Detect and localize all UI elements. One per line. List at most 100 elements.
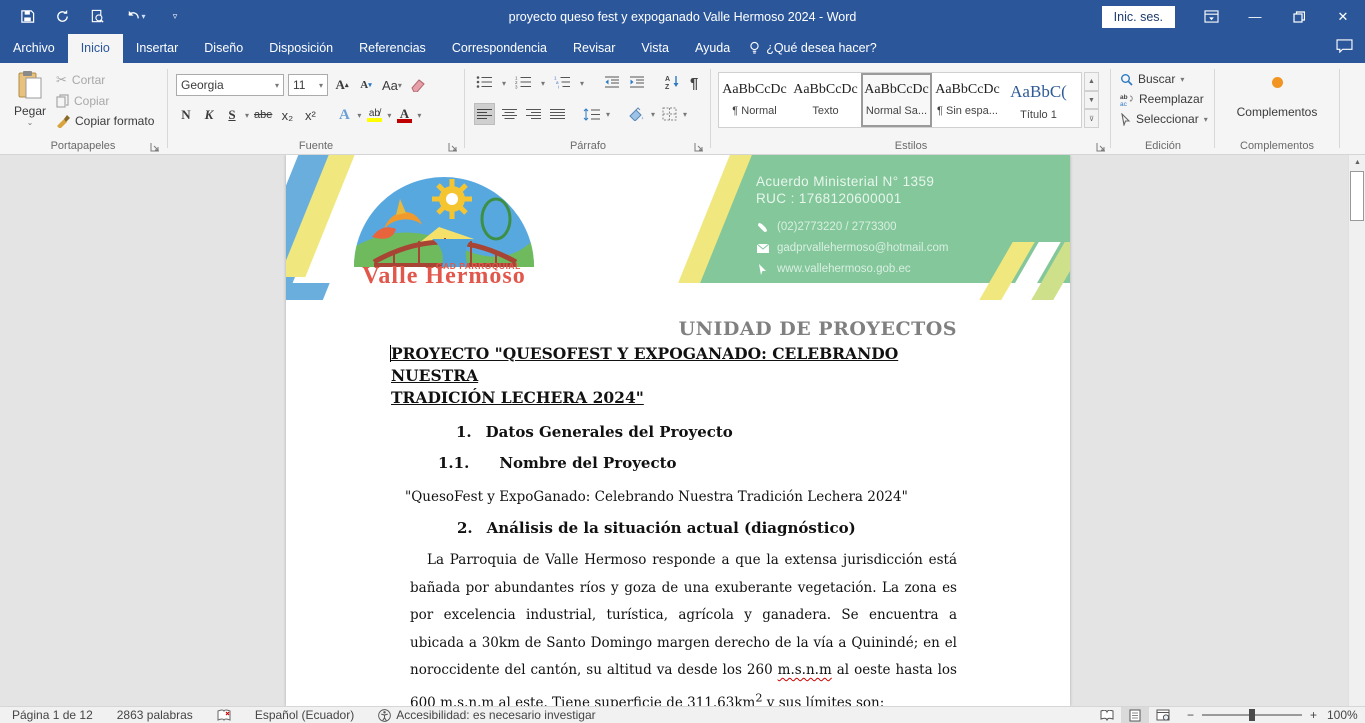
web-layout-button[interactable]	[1149, 707, 1177, 723]
italic-button[interactable]: K	[199, 104, 219, 126]
show-marks-button[interactable]: ¶	[690, 75, 698, 92]
align-center-button[interactable]	[499, 103, 519, 125]
document-body[interactable]: UNIDAD DE PROYECTOS PROYECTO "QUESOFEST …	[286, 300, 1070, 706]
customize-qat-button[interactable]: ▿	[166, 8, 184, 26]
shading-dropdown-icon[interactable]: ▾	[651, 110, 655, 119]
shrink-font-button[interactable]: A▾	[356, 74, 376, 96]
print-preview-button[interactable]	[88, 8, 106, 26]
close-button[interactable]: ✕	[1321, 0, 1365, 33]
tab-revisar[interactable]: Revisar	[560, 34, 628, 63]
style-sin-espaciado[interactable]: AaBbCcDc ¶ Sin espa...	[932, 73, 1003, 127]
ribbon-display-options-button[interactable]	[1189, 0, 1233, 33]
underline-dropdown-icon[interactable]: ▾	[245, 111, 249, 120]
style-texto[interactable]: AaBbCcDc Texto	[790, 73, 861, 127]
bullets-dropdown-icon[interactable]: ▾	[502, 79, 506, 88]
save-button[interactable]	[18, 8, 36, 26]
tab-referencias[interactable]: Referencias	[346, 34, 439, 63]
zoom-percentage[interactable]: 100%	[1327, 708, 1365, 722]
copy-button[interactable]: Copiar	[56, 94, 154, 108]
zoom-slider-knob[interactable]	[1249, 709, 1255, 721]
tab-ayuda[interactable]: Ayuda	[682, 34, 743, 63]
multilevel-dropdown-icon[interactable]: ▾	[580, 79, 584, 88]
clipboard-dialog-launcher[interactable]	[150, 141, 161, 152]
minimize-button[interactable]: —	[1233, 0, 1277, 33]
superscript-button[interactable]: x²	[300, 104, 320, 126]
bold-button[interactable]: N	[176, 104, 196, 126]
tab-vista[interactable]: Vista	[628, 34, 682, 63]
tab-archivo[interactable]: Archivo	[0, 34, 68, 63]
tell-me-box[interactable]: ¿Qué desea hacer?	[743, 34, 887, 63]
sign-in-button[interactable]: Inic. ses.	[1102, 6, 1175, 28]
document-canvas[interactable]: Acuerdo Ministerial N° 1359 RUC : 176812…	[0, 155, 1348, 706]
style-titulo1[interactable]: AaBbC( Título 1	[1003, 73, 1074, 127]
document-page[interactable]: Acuerdo Ministerial N° 1359 RUC : 176812…	[286, 155, 1070, 706]
select-dropdown-icon[interactable]: ▾	[1204, 115, 1208, 124]
line-spacing-dropdown-icon[interactable]: ▾	[606, 110, 610, 119]
paragraph-dialog-launcher[interactable]	[694, 141, 705, 152]
zoom-in-button[interactable]: +	[1310, 708, 1317, 722]
print-layout-button[interactable]	[1121, 707, 1149, 723]
increase-indent-button[interactable]	[629, 75, 645, 92]
underline-button[interactable]: S	[222, 104, 242, 126]
page-indicator[interactable]: Página 1 de 12	[0, 708, 105, 722]
borders-dropdown-icon[interactable]: ▾	[683, 110, 687, 119]
bullets-button[interactable]	[476, 75, 493, 92]
tab-disposicion[interactable]: Disposición	[256, 34, 346, 63]
styles-scroll-up-button[interactable]: ▲	[1084, 72, 1099, 91]
accessibility-status[interactable]: Accesibilidad: es necesario investigar	[366, 708, 607, 722]
sort-button[interactable]: AZ	[665, 74, 681, 92]
feedback-comment-icon[interactable]	[1336, 39, 1353, 58]
font-name-combo[interactable]: Georgia▾	[176, 74, 284, 96]
vertical-scrollbar[interactable]: ▲	[1348, 155, 1365, 706]
format-painter-button[interactable]: Copiar formato	[56, 114, 154, 128]
tab-inicio[interactable]: Inicio	[68, 34, 123, 63]
font-color-button[interactable]: A	[394, 104, 414, 126]
subscript-button[interactable]: x₂	[277, 104, 297, 126]
shading-button[interactable]	[626, 103, 647, 125]
line-spacing-button[interactable]	[581, 103, 602, 125]
style-normal-sangria[interactable]: AaBbCcDc Normal Sa...	[861, 73, 932, 127]
highlight-button[interactable]: ab̸	[364, 104, 384, 126]
undo-dropdown-icon[interactable]: ▾	[141, 12, 145, 21]
find-dropdown-icon[interactable]: ▾	[1180, 75, 1184, 84]
restore-button[interactable]	[1277, 0, 1321, 33]
borders-button[interactable]	[659, 103, 679, 125]
scroll-up-arrow[interactable]: ▲	[1349, 155, 1365, 170]
proofing-errors-icon[interactable]	[205, 709, 243, 722]
change-case-button[interactable]: Aa▾	[380, 74, 404, 96]
multilevel-list-button[interactable]: 1ai	[554, 75, 571, 92]
text-effects-button[interactable]: A	[334, 104, 354, 126]
find-button[interactable]: Buscar▾	[1120, 72, 1208, 86]
strikethrough-button[interactable]: abe	[252, 104, 274, 126]
zoom-out-button[interactable]: −	[1187, 708, 1194, 722]
read-mode-button[interactable]	[1093, 707, 1121, 723]
font-size-combo[interactable]: 11▾	[288, 74, 328, 96]
text-effects-dropdown-icon[interactable]: ▾	[357, 111, 361, 120]
tab-diseno[interactable]: Diseño	[191, 34, 256, 63]
style-normal[interactable]: AaBbCcDc ¶ Normal	[719, 73, 790, 127]
scrollbar-thumb[interactable]	[1350, 171, 1364, 221]
grow-font-button[interactable]: A▴	[332, 74, 352, 96]
language-indicator[interactable]: Español (Ecuador)	[243, 708, 366, 722]
tab-insertar[interactable]: Insertar	[123, 34, 191, 63]
justify-button[interactable]	[547, 103, 567, 125]
align-right-button[interactable]	[523, 103, 543, 125]
redo-icon[interactable]	[53, 8, 71, 26]
decrease-indent-button[interactable]	[604, 75, 620, 92]
highlight-dropdown-icon[interactable]: ▾	[387, 111, 391, 120]
font-color-dropdown-icon[interactable]: ▾	[417, 111, 421, 120]
zoom-slider[interactable]	[1202, 714, 1302, 716]
numbering-button[interactable]: 123	[515, 75, 532, 92]
numbering-dropdown-icon[interactable]: ▾	[541, 79, 545, 88]
cut-button[interactable]: ✂Cortar	[56, 72, 154, 88]
word-count[interactable]: 2863 palabras	[105, 708, 205, 722]
styles-more-button[interactable]: ⊽	[1084, 109, 1099, 128]
undo-button[interactable]: ▾	[123, 8, 149, 26]
styles-dialog-launcher[interactable]	[1096, 141, 1107, 152]
clear-formatting-button[interactable]	[408, 74, 428, 96]
addins-button[interactable]: Complementos	[1216, 77, 1338, 119]
tab-correspondencia[interactable]: Correspondencia	[439, 34, 560, 63]
align-left-button[interactable]	[474, 103, 495, 125]
paste-button[interactable]: Pegar ⌄	[8, 70, 52, 146]
styles-scroll-down-button[interactable]: ▼	[1084, 91, 1099, 110]
